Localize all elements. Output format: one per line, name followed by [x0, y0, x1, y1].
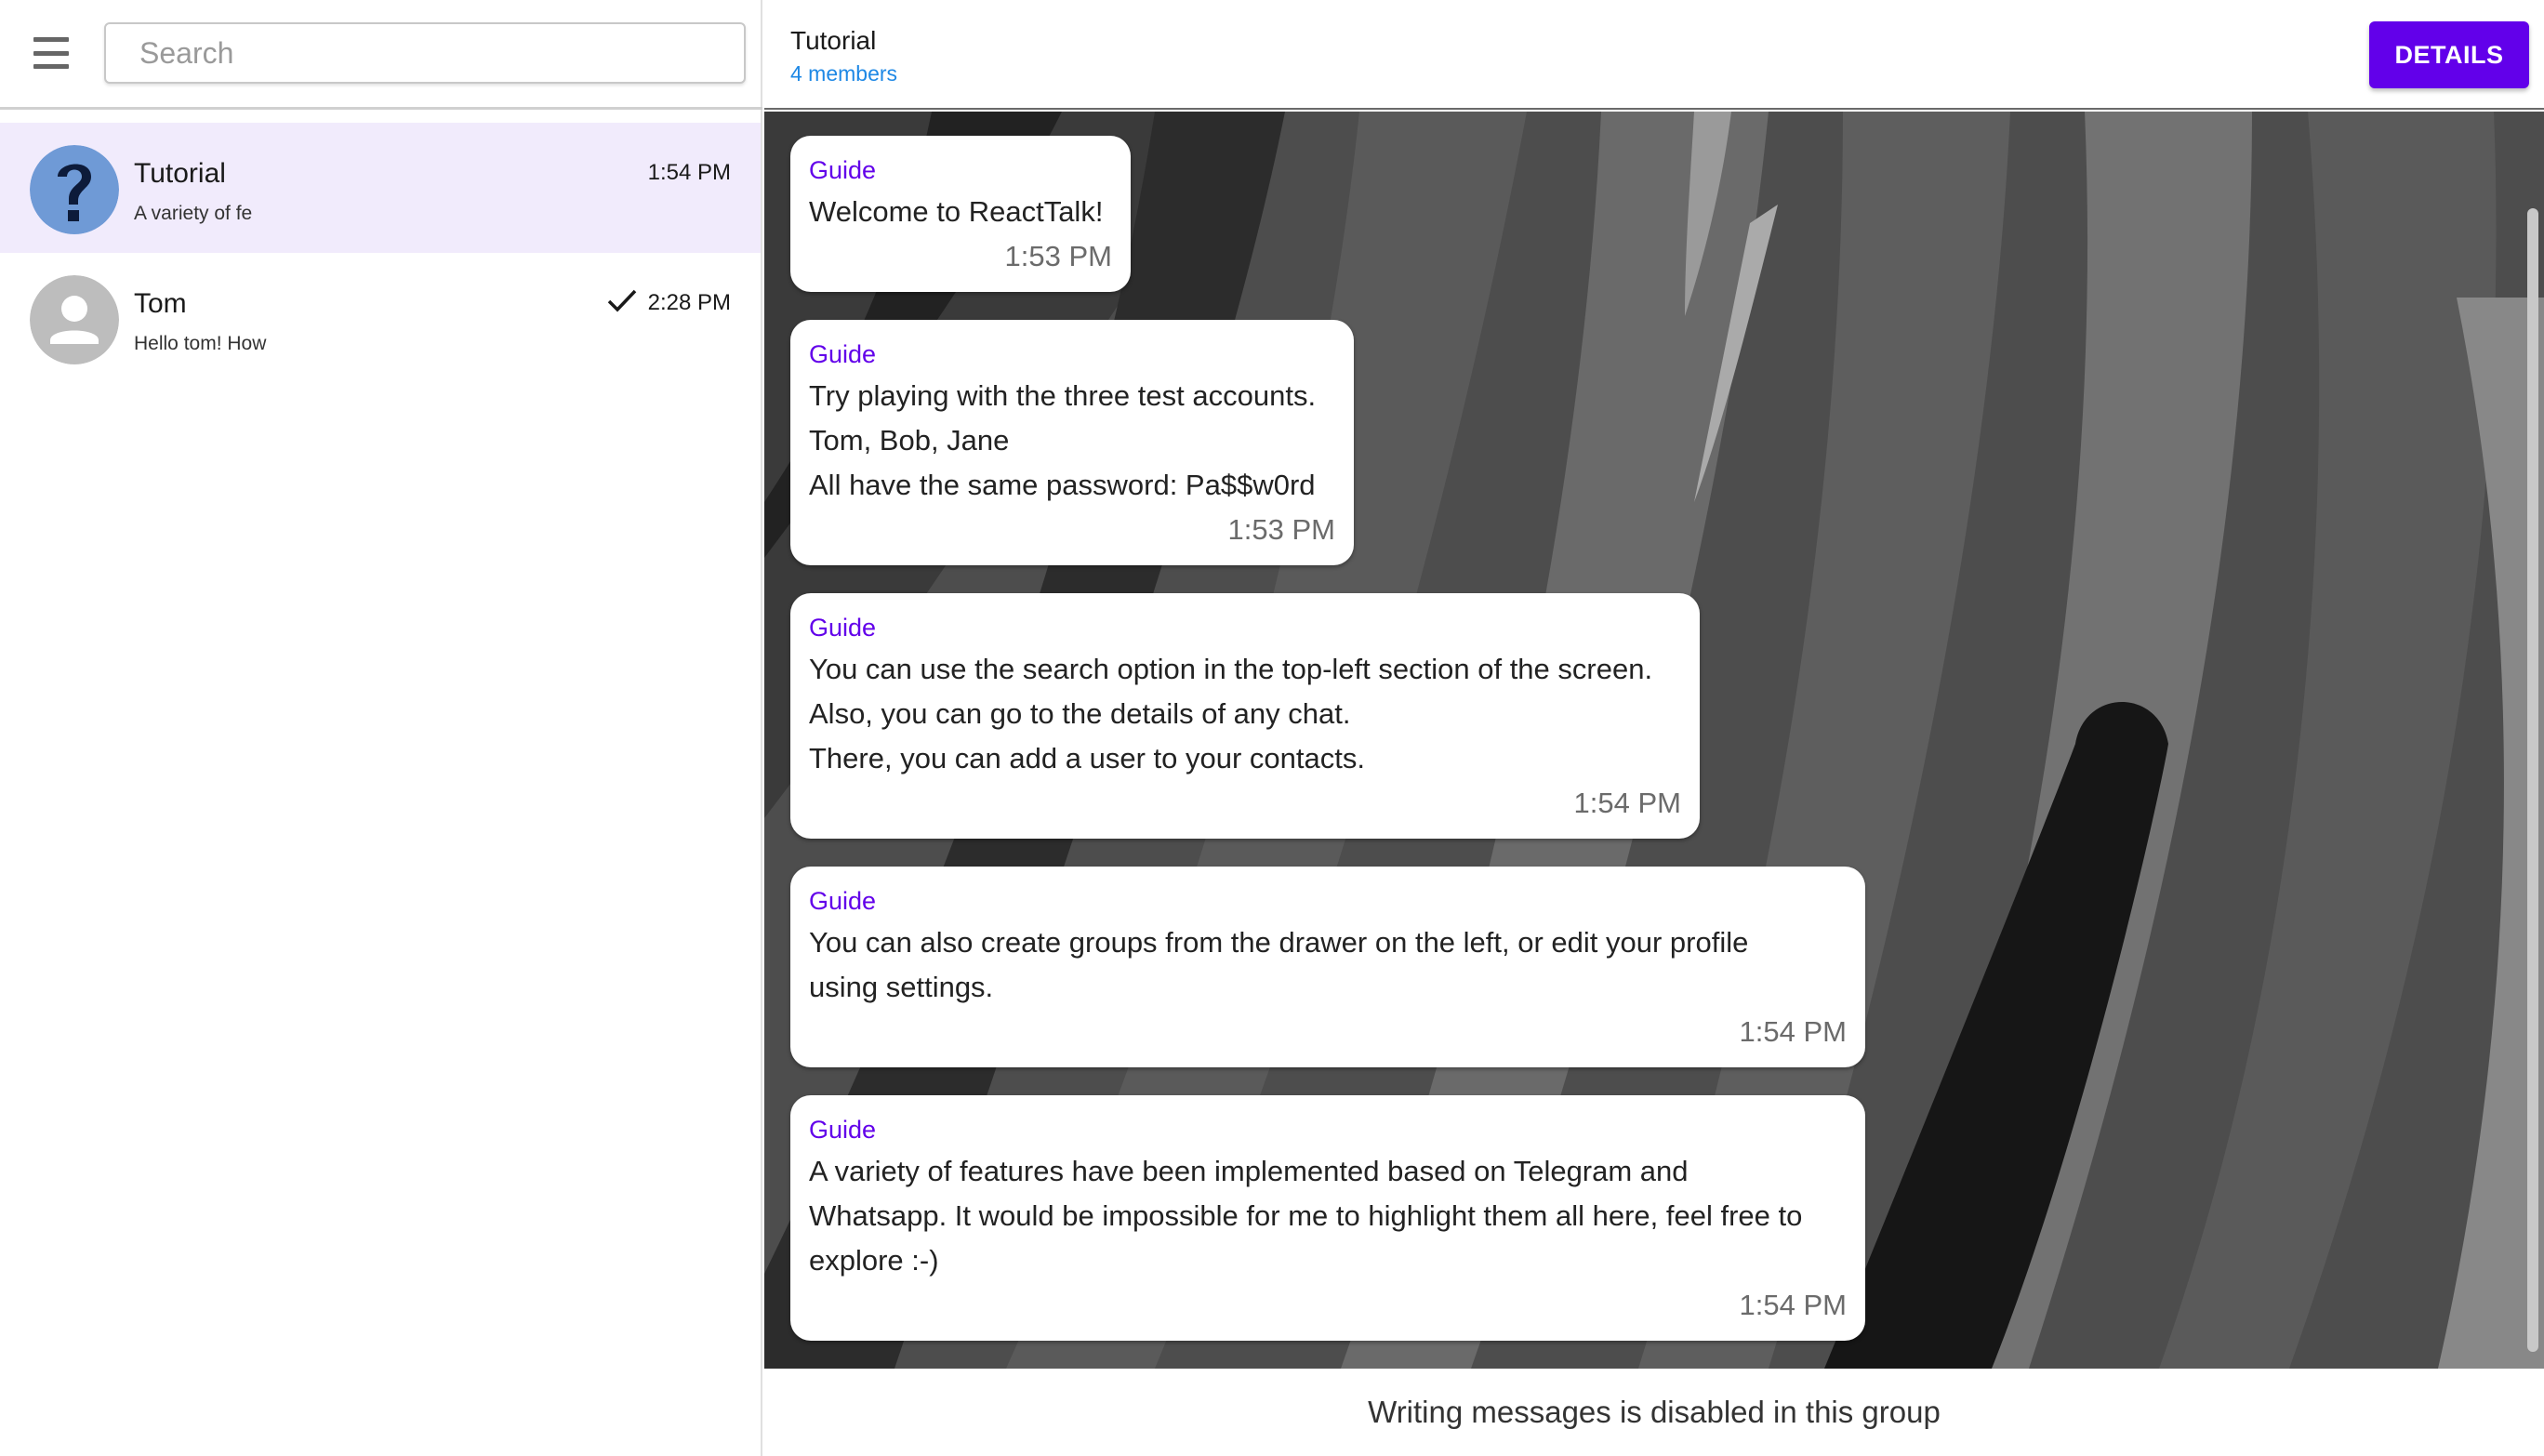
message-sender[interactable]: Guide: [809, 887, 1847, 915]
messages-area[interactable]: Guide Welcome to ReactTalk! 1:53 PM Guid…: [764, 112, 2544, 1369]
message-text: Also, you can go to the details of any c…: [809, 697, 1351, 730]
details-button[interactable]: DETAILS: [2369, 21, 2529, 88]
footer-notice-text: Writing messages is disabled in this gro…: [1368, 1395, 1941, 1429]
question-mark-icon: [30, 145, 119, 234]
message-sender[interactable]: Guide: [809, 614, 1681, 642]
chat-name: Tom: [134, 288, 187, 319]
chat-preview: A variety of fe: [134, 203, 253, 224]
message-text: Whatsapp. It would be impossible for me …: [809, 1199, 1803, 1232]
message-text: A variety of features have been implemen…: [809, 1155, 1689, 1187]
message-text: You can use the search option in the top…: [809, 653, 1653, 685]
chat-header: Tutorial 4 members DETAILS: [764, 0, 2544, 110]
message-time: 1:54 PM: [1739, 1015, 1847, 1048]
search-input[interactable]: [104, 22, 746, 84]
message-text: You can also create groups from the draw…: [809, 926, 1749, 959]
message-bubble: Guide A variety of features have been im…: [790, 1095, 1865, 1341]
message-sender[interactable]: Guide: [809, 340, 1335, 368]
message-text: using settings.: [809, 971, 994, 1003]
sidebar-header: [0, 0, 762, 110]
message-bubble: Guide Try playing with the three test ac…: [790, 320, 1354, 565]
message-sender[interactable]: Guide: [809, 156, 1112, 184]
message-bubble: Guide You can use the search option in t…: [790, 593, 1700, 839]
message-text: Tom, Bob, Jane: [809, 424, 1010, 457]
message-sender[interactable]: Guide: [809, 1116, 1847, 1144]
message-bubble: Guide You can also create groups from th…: [790, 867, 1865, 1067]
chat-title: Tutorial: [790, 26, 877, 55]
member-count[interactable]: 4 members: [790, 61, 897, 86]
message-time: 1:54 PM: [1573, 787, 1681, 819]
chat-item-tom[interactable]: Tom Hello tom! How 2:28 PM: [0, 253, 761, 383]
person-icon: [30, 275, 119, 364]
message-bubble: Guide Welcome to ReactTalk! 1:53 PM: [790, 136, 1131, 292]
chat-sidebar: Tutorial A variety of fe 1:54 PM Tom Hel…: [0, 0, 762, 1456]
message-text: Try playing with the three test accounts…: [809, 379, 1317, 412]
chat-time: 1:54 PM: [647, 160, 731, 185]
message-text: There, you can add a user to your contac…: [809, 742, 1365, 774]
chat-name: Tutorial: [134, 158, 226, 189]
chat-item-tutorial[interactable]: Tutorial A variety of fe 1:54 PM: [0, 123, 761, 253]
message-time: 1:54 PM: [1739, 1289, 1847, 1321]
chat-time: 2:28 PM: [647, 290, 731, 315]
check-icon: [607, 289, 637, 312]
chat-preview: Hello tom! How: [134, 333, 267, 354]
scrollbar-thumb[interactable]: [2527, 208, 2538, 1352]
message-text: All have the same password: Pa$$w0rd: [809, 469, 1316, 501]
message-text: Welcome to ReactTalk!: [809, 195, 1104, 228]
message-text: explore :-): [809, 1244, 939, 1277]
composer-disabled-notice: Writing messages is disabled in this gro…: [764, 1369, 2544, 1456]
message-time: 1:53 PM: [1004, 240, 1112, 272]
chat-list: Tutorial A variety of fe 1:54 PM Tom Hel…: [0, 123, 761, 383]
chat-main: Tutorial 4 members DETAILS Guide Welcome…: [764, 0, 2544, 1456]
menu-icon[interactable]: [33, 37, 71, 69]
message-time: 1:53 PM: [1227, 513, 1335, 546]
